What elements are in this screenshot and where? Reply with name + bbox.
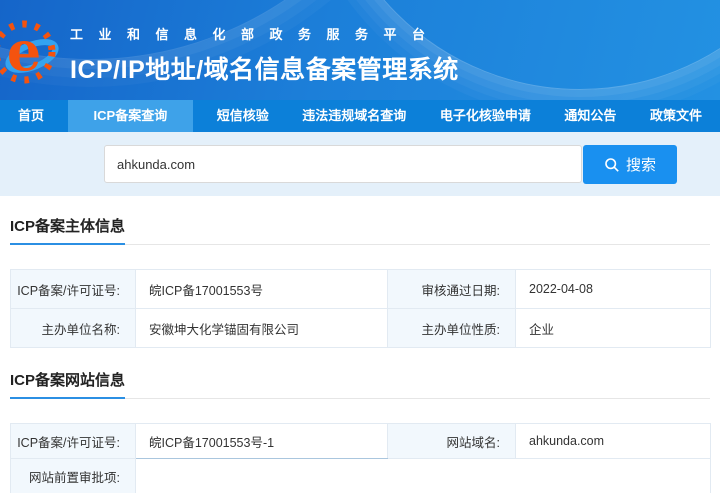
search-input[interactable] bbox=[104, 145, 582, 183]
field-label: ICP备案/许可证号: bbox=[10, 423, 136, 459]
main-nav: 首页 ICP备案查询 短信核验 违法违规域名查询 电子化核验申请 通知公告 政策… bbox=[0, 100, 720, 132]
miit-gear-e-logo: e bbox=[0, 19, 59, 84]
nav-item-e-verification[interactable]: 电子化核验申请 bbox=[430, 100, 541, 132]
nav-item-sms-verify[interactable]: 短信核验 bbox=[207, 100, 279, 132]
nav-item-notices[interactable]: 通知公告 bbox=[554, 100, 626, 132]
field-value: 皖ICP备17001553号-1 bbox=[135, 423, 388, 459]
search-bar: 搜索 bbox=[0, 132, 720, 196]
field-value: 2022-04-08 bbox=[515, 269, 711, 309]
search-icon bbox=[605, 157, 619, 172]
field-label: 网站前置审批项: bbox=[10, 458, 136, 493]
table-row: ICP备案/许可证号: 皖ICP备17001553号-1 网站域名: ahkun… bbox=[10, 423, 711, 459]
svg-text:e: e bbox=[7, 19, 41, 83]
section-title-subject-info: ICP备案主体信息 bbox=[10, 215, 710, 245]
field-label: 主办单位名称: bbox=[10, 308, 136, 348]
page-header: e 工业和信息化部政务服务平台 ICP/IP地址/域名信息备案管理系统 bbox=[0, 0, 720, 100]
result-area: ICP备案主体信息 ICP备案/许可证号: 皖ICP备17001553号 审核通… bbox=[0, 215, 720, 493]
field-label: ICP备案/许可证号: bbox=[10, 269, 136, 309]
website-info-table: ICP备案/许可证号: 皖ICP备17001553号-1 网站域名: ahkun… bbox=[10, 423, 711, 493]
field-label: 审核通过日期: bbox=[387, 269, 516, 309]
nav-item-policy-docs[interactable]: 政策文件 bbox=[640, 100, 712, 132]
field-value: 企业 bbox=[515, 308, 711, 348]
search-button[interactable]: 搜索 bbox=[583, 145, 677, 184]
section-title-text: ICP备案主体信息 bbox=[10, 215, 126, 245]
section-title-website-info: ICP备案网站信息 bbox=[10, 369, 710, 399]
table-row: 网站前置审批项: bbox=[10, 458, 711, 493]
field-label: 网站域名: bbox=[387, 423, 516, 459]
field-value bbox=[135, 458, 711, 493]
field-value: 皖ICP备17001553号 bbox=[135, 269, 388, 309]
subject-info-table: ICP备案/许可证号: 皖ICP备17001553号 审核通过日期: 2022-… bbox=[10, 269, 711, 348]
system-title: ICP/IP地址/域名信息备案管理系统 bbox=[70, 56, 459, 84]
search-button-label: 搜索 bbox=[625, 157, 656, 174]
field-label: 主办单位性质: bbox=[387, 308, 516, 348]
section-title-text: ICP备案网站信息 bbox=[10, 369, 126, 399]
field-value: ahkunda.com bbox=[515, 423, 711, 459]
nav-item-icp-query[interactable]: ICP备案查询 bbox=[67, 100, 194, 132]
platform-name: 工业和信息化部政务服务平台 bbox=[70, 27, 441, 42]
table-row: ICP备案/许可证号: 皖ICP备17001553号 审核通过日期: 2022-… bbox=[10, 269, 711, 309]
nav-item-home[interactable]: 首页 bbox=[8, 100, 54, 132]
nav-item-illegal-domain-query[interactable]: 违法违规域名查询 bbox=[292, 100, 416, 132]
field-value: 安徽坤大化学锚固有限公司 bbox=[135, 308, 388, 348]
table-row: 主办单位名称: 安徽坤大化学锚固有限公司 主办单位性质: 企业 bbox=[10, 308, 711, 348]
